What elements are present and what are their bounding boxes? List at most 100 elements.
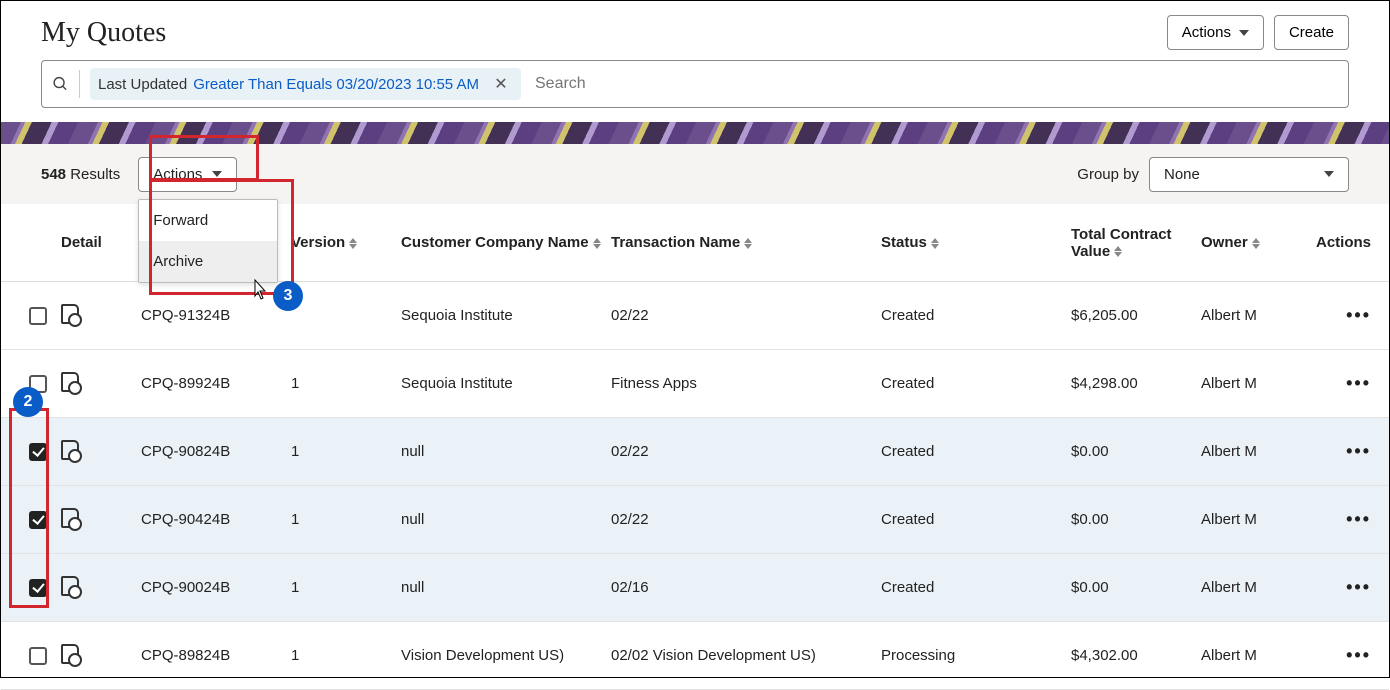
col-owner[interactable]: Owner xyxy=(1201,234,1301,251)
header-actions-label: Actions xyxy=(1182,24,1231,41)
search-icon[interactable] xyxy=(52,70,80,98)
table-row: CPQ-89924B1Sequoia InstituteFitness Apps… xyxy=(1,350,1389,418)
detail-icon[interactable] xyxy=(61,576,79,596)
owner-cell: Albert M xyxy=(1201,375,1301,392)
quote-id: CPQ-89924B xyxy=(141,375,291,392)
row-checkbox[interactable] xyxy=(29,579,47,597)
customer-cell: null xyxy=(401,579,611,596)
owner-cell: Albert M xyxy=(1201,647,1301,664)
status-cell: Created xyxy=(881,307,1071,324)
row-checkbox[interactable] xyxy=(29,307,47,325)
sort-icon xyxy=(593,238,601,249)
detail-icon[interactable] xyxy=(61,304,79,324)
tcv-cell: $0.00 xyxy=(1071,443,1201,460)
version-cell: 1 xyxy=(291,375,401,392)
status-cell: Created xyxy=(881,511,1071,528)
cursor-icon xyxy=(251,279,267,301)
tcv-cell: $4,302.00 xyxy=(1071,647,1201,664)
col-status[interactable]: Status xyxy=(881,234,1071,251)
transaction-cell: 02/22 xyxy=(611,307,881,324)
tcv-cell: $0.00 xyxy=(1071,511,1201,528)
table-row: CPQ-90024B1null02/16Created$0.00Albert M… xyxy=(1,554,1389,622)
row-checkbox[interactable] xyxy=(29,443,47,461)
bulk-actions-dropdown: Forward Archive xyxy=(138,199,278,283)
owner-cell: Albert M xyxy=(1201,307,1301,324)
search-bar[interactable]: Last Updated Greater Than Equals 03/20/2… xyxy=(41,60,1349,108)
callout-badge-2: 2 xyxy=(13,387,43,417)
caret-down-icon xyxy=(1239,30,1249,36)
caret-down-icon xyxy=(1324,171,1334,177)
bulk-actions-label: Actions xyxy=(153,166,202,183)
row-checkbox[interactable] xyxy=(29,647,47,665)
sort-icon xyxy=(931,238,939,249)
sort-icon xyxy=(744,238,752,249)
detail-icon[interactable] xyxy=(61,644,79,664)
detail-icon[interactable] xyxy=(61,440,79,460)
quote-id: CPQ-91324B xyxy=(141,307,291,324)
detail-icon[interactable] xyxy=(61,508,79,528)
transaction-cell: 02/02 Vision Development US) xyxy=(611,647,881,664)
table-row: CPQ-91324B Sequoia Institute02/22Created$… xyxy=(1,282,1389,350)
sort-icon xyxy=(1114,246,1122,257)
customer-cell: null xyxy=(401,443,611,460)
customer-cell: Sequoia Institute xyxy=(401,307,611,324)
row-actions-menu[interactable]: ••• xyxy=(1346,373,1371,393)
filter-chip-label: Last Updated xyxy=(98,76,187,93)
status-cell: Processing xyxy=(881,647,1071,664)
version-cell: 1 xyxy=(291,511,401,528)
close-icon[interactable]: ✕ xyxy=(489,72,513,96)
dropdown-item-forward[interactable]: Forward xyxy=(139,200,277,241)
col-version[interactable]: Version xyxy=(291,234,401,251)
quote-id: CPQ-89824B xyxy=(141,647,291,664)
row-actions-menu[interactable]: ••• xyxy=(1346,305,1371,325)
transaction-cell: Fitness Apps xyxy=(611,375,881,392)
tcv-cell: $6,205.00 xyxy=(1071,307,1201,324)
row-actions-menu[interactable]: ••• xyxy=(1346,645,1371,665)
status-cell: Created xyxy=(881,579,1071,596)
bulk-actions-button[interactable]: Actions xyxy=(138,157,237,192)
transaction-cell: 02/16 xyxy=(611,579,881,596)
customer-cell: null xyxy=(401,511,611,528)
tcv-cell: $4,298.00 xyxy=(1071,375,1201,392)
transaction-cell: 02/22 xyxy=(611,511,881,528)
quote-id: CPQ-90824B xyxy=(141,443,291,460)
groupby-label: Group by xyxy=(1077,166,1139,183)
col-detail: Detail xyxy=(61,234,141,251)
transaction-cell: 02/22 xyxy=(611,443,881,460)
search-input[interactable] xyxy=(521,75,1338,93)
row-actions-menu[interactable]: ••• xyxy=(1346,509,1371,529)
owner-cell: Albert M xyxy=(1201,443,1301,460)
owner-cell: Albert M xyxy=(1201,579,1301,596)
row-actions-menu[interactable]: ••• xyxy=(1346,441,1371,461)
status-cell: Created xyxy=(881,443,1071,460)
sort-icon xyxy=(349,238,357,249)
results-count: 548 Results xyxy=(41,166,120,183)
header-actions-button[interactable]: Actions xyxy=(1167,15,1264,50)
callout-badge-3: 3 xyxy=(273,281,303,311)
caret-down-icon xyxy=(212,171,222,177)
tcv-cell: $0.00 xyxy=(1071,579,1201,596)
version-cell: 1 xyxy=(291,647,401,664)
decorative-band xyxy=(1,122,1389,144)
col-transaction[interactable]: Transaction Name xyxy=(611,234,881,251)
col-actions: Actions xyxy=(1301,234,1371,251)
create-button[interactable]: Create xyxy=(1274,15,1349,50)
col-customer[interactable]: Customer Company Name xyxy=(401,234,611,251)
groupby-select[interactable]: None xyxy=(1149,157,1349,192)
owner-cell: Albert M xyxy=(1201,511,1301,528)
quote-id: CPQ-90024B xyxy=(141,579,291,596)
filter-chip[interactable]: Last Updated Greater Than Equals 03/20/2… xyxy=(90,68,521,100)
sort-icon xyxy=(1252,238,1260,249)
version-cell: 1 xyxy=(291,443,401,460)
version-cell: 1 xyxy=(291,579,401,596)
customer-cell: Vision Development US) xyxy=(401,647,611,664)
row-checkbox[interactable] xyxy=(29,511,47,529)
detail-icon[interactable] xyxy=(61,372,79,392)
table-row: CPQ-90424B1null02/22Created$0.00Albert M… xyxy=(1,486,1389,554)
status-cell: Created xyxy=(881,375,1071,392)
customer-cell: Sequoia Institute xyxy=(401,375,611,392)
row-actions-menu[interactable]: ••• xyxy=(1346,577,1371,597)
dropdown-item-archive[interactable]: Archive xyxy=(139,241,277,282)
col-tcv[interactable]: Total Contract Value xyxy=(1071,226,1201,260)
groupby-value: None xyxy=(1164,166,1200,183)
